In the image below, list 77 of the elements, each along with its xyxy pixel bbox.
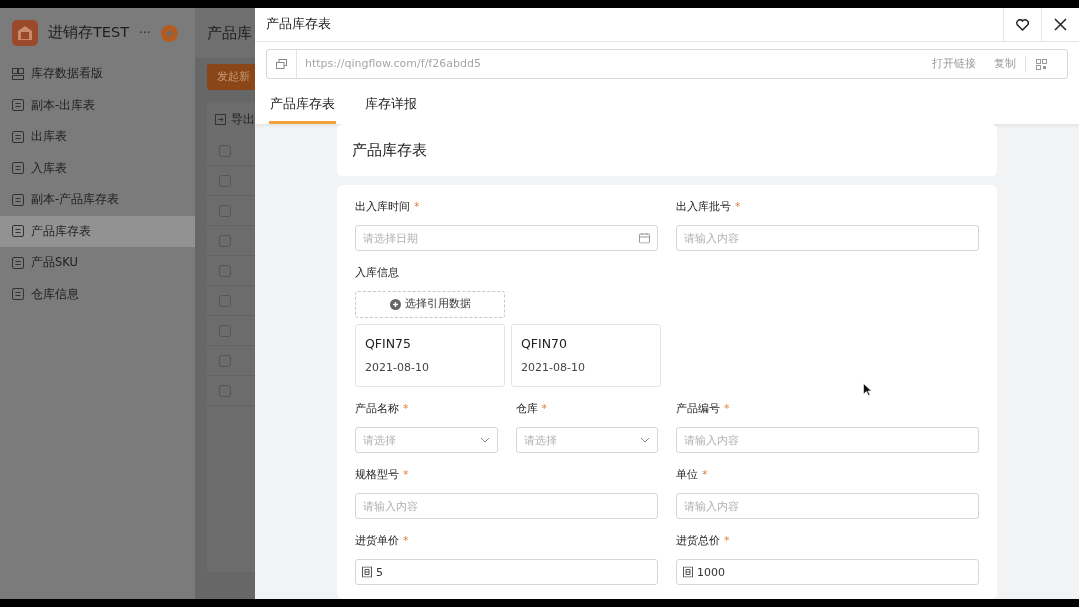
field-label: 进货总价 xyxy=(676,533,720,549)
form-icon xyxy=(12,225,24,238)
required-mark: * xyxy=(735,199,741,215)
required-mark: * xyxy=(724,533,730,549)
sidebar-item[interactable]: 副本-产品库存表 xyxy=(0,184,195,216)
field-label: 规格型号 xyxy=(355,467,399,483)
sidebar-item[interactable]: 副本-出库表 xyxy=(0,89,195,121)
sidebar-item[interactable]: 出库表 xyxy=(0,121,195,153)
record-code: QFIN75 xyxy=(365,335,412,353)
close-icon xyxy=(1054,18,1067,31)
field-label: 单位 xyxy=(676,467,698,483)
field-label: 出入库时间 xyxy=(355,199,410,215)
date-field[interactable]: 请选择日期 xyxy=(355,225,658,251)
tab[interactable]: 产品库存表 xyxy=(269,88,336,124)
record-date: 2021-08-10 xyxy=(521,359,586,376)
qr-code-icon xyxy=(1036,58,1047,70)
select-reference-button[interactable]: 选择引用数据 xyxy=(355,291,505,318)
add-circle-icon xyxy=(389,299,401,310)
page-title: 产品库 xyxy=(207,22,252,44)
sidebar-item[interactable]: 产品库存表 xyxy=(0,215,195,247)
copy-link-icon xyxy=(276,59,287,69)
currency-icon xyxy=(683,566,693,578)
input-field[interactable]: 5 xyxy=(355,559,658,585)
required-mark: * xyxy=(541,401,547,417)
input-field[interactable]: 请输入内容 xyxy=(676,493,979,519)
required-mark: * xyxy=(403,401,409,417)
new-record-button[interactable]: 发起新 xyxy=(207,64,255,90)
heart-icon xyxy=(1016,18,1029,31)
required-mark: * xyxy=(724,401,730,417)
add-icon xyxy=(160,24,178,42)
tab[interactable]: 库存详报 xyxy=(364,88,418,124)
export-icon xyxy=(215,113,226,125)
form-icon xyxy=(12,193,24,206)
field-label: 出入库批号 xyxy=(676,199,731,215)
sidebar-item[interactable]: 仓库信息 xyxy=(0,278,195,310)
more-button[interactable]: ··· xyxy=(139,24,151,42)
currency-icon xyxy=(362,566,372,578)
input-field[interactable]: 请输入内容 xyxy=(676,427,979,453)
field-label: 仓库 xyxy=(515,401,538,417)
form-title: 产品库存表 xyxy=(352,139,427,161)
form-icon xyxy=(12,288,24,301)
chevron-down-icon xyxy=(479,437,490,443)
select-field[interactable]: 请选择 xyxy=(355,427,498,453)
input-field[interactable]: 1000 xyxy=(676,559,979,585)
required-mark: * xyxy=(414,199,420,215)
sidebar-item[interactable]: 库存数据看版 xyxy=(0,58,195,90)
input-field[interactable]: 请输入内容 xyxy=(355,493,658,519)
field-label: 入库信息 xyxy=(355,265,399,281)
sidebar-item[interactable]: 产品SKU xyxy=(0,247,195,279)
open-link-button[interactable]: 打开链接 xyxy=(923,55,985,73)
form-icon xyxy=(12,256,24,269)
required-mark: * xyxy=(702,467,708,483)
chevron-down-icon xyxy=(640,437,650,443)
field-label: 产品编号 xyxy=(676,401,720,417)
app-logo-icon xyxy=(12,20,38,46)
cursor-icon xyxy=(863,383,872,396)
form-icon xyxy=(12,130,24,143)
required-mark: * xyxy=(403,467,409,483)
field-label: 产品名称 xyxy=(355,401,399,417)
field-label: 进货单价 xyxy=(355,533,399,549)
form-icon xyxy=(12,162,24,175)
record-date: 2021-08-10 xyxy=(365,359,430,376)
dashboard-icon xyxy=(12,67,24,80)
url-text: https://qingflow.com/f/f26abdd5 xyxy=(304,55,481,72)
record-code: QFIN70 xyxy=(521,335,568,353)
record-card[interactable]: QFIN75 2021-08-10 xyxy=(355,324,505,387)
calendar-icon xyxy=(639,232,650,244)
select-field[interactable]: 请选择 xyxy=(515,427,658,453)
input-field[interactable]: 请输入内容 xyxy=(676,225,979,251)
copy-button[interactable]: 复制 xyxy=(985,55,1025,73)
export-button[interactable]: 导出 xyxy=(231,110,255,128)
record-card[interactable]: QFIN70 2021-08-10 xyxy=(511,324,661,387)
required-mark: * xyxy=(403,533,409,549)
app-name: 进销存TEST xyxy=(48,23,130,43)
form-icon xyxy=(12,99,24,112)
sidebar-item[interactable]: 入库表 xyxy=(0,152,195,184)
drawer-title: 产品库存表 xyxy=(265,15,331,34)
